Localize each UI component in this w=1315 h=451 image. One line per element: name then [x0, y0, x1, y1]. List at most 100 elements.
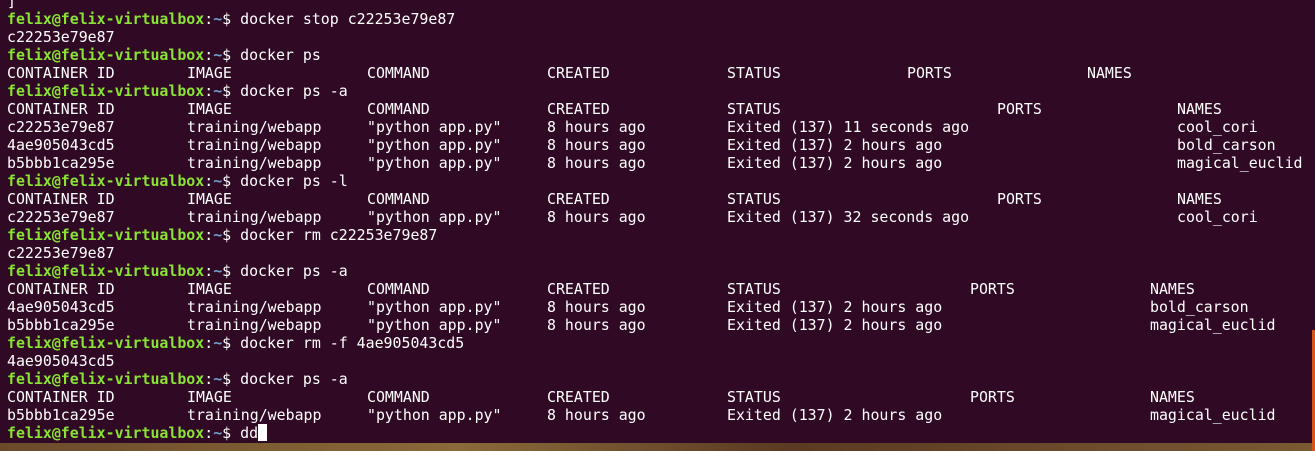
prompt-path: ~	[213, 46, 223, 64]
output-line: c22253e79e87	[7, 28, 464, 46]
table-header: CONTAINER ID IMAGE COMMAND CREATED STATUS POR…	[7, 100, 1222, 118]
header-names: NAMES	[1087, 64, 1132, 82]
prompt-line: felix@felix-virtualbox:~$ docker ps -a	[7, 262, 464, 280]
header-status: STATUS	[727, 388, 781, 406]
cell-command: "python app.py"	[367, 316, 502, 334]
output-line: 4ae905043cd5	[7, 352, 464, 370]
header-created: CREATED	[547, 64, 610, 82]
header-command: COMMAND	[367, 388, 430, 406]
cell-status: Exited (137) 2 hours ago	[727, 154, 943, 172]
prompt-path: ~	[213, 172, 223, 190]
header-ports: PORTS	[997, 100, 1042, 118]
prompt-dollar: $	[222, 10, 241, 28]
cell-names: cool_cori	[1177, 208, 1258, 226]
header-command: COMMAND	[367, 280, 430, 298]
header-container-id: CONTAINER ID	[7, 388, 115, 406]
cell-created: 8 hours ago	[547, 154, 646, 172]
prompt-dollar: $	[222, 424, 241, 442]
command-text: docker rm -f 4ae905043cd5	[240, 334, 465, 352]
cell-status: Exited (137) 2 hours ago	[727, 406, 943, 424]
partial-line: ]	[7, 0, 464, 10]
header-names: NAMES	[1150, 280, 1195, 298]
prompt-path: ~	[213, 262, 223, 280]
header-image: IMAGE	[187, 388, 232, 406]
prompt-line: felix@felix-virtualbox:~$ docker stop c2…	[7, 10, 464, 28]
header-status: STATUS	[727, 64, 781, 82]
text-cursor[interactable]	[258, 424, 268, 441]
prompt-user-host: felix@felix-virtualbox	[7, 46, 205, 64]
prompt-dollar: $	[222, 370, 241, 388]
cell-command: "python app.py"	[367, 406, 502, 424]
table-row: c22253e79e87 training/webapp "python app.p…	[7, 118, 1258, 136]
cell-created: 8 hours ago	[547, 316, 646, 334]
terminal-window[interactable]: ] felix@felix-virtualbox:~$ docker stop c…	[0, 0, 1315, 451]
command-text: docker rm c22253e79e87	[240, 226, 438, 244]
header-names: NAMES	[1177, 100, 1222, 118]
output-text: ]	[7, 0, 16, 10]
cell-names: magical_euclid	[1150, 406, 1276, 424]
cell-names: bold_carson	[1177, 136, 1276, 154]
prompt-colon: :	[204, 46, 214, 64]
prompt-path: ~	[213, 370, 223, 388]
cell-created: 8 hours ago	[547, 136, 646, 154]
prompt-user-host: felix@felix-virtualbox	[7, 262, 205, 280]
prompt-colon: :	[204, 262, 214, 280]
table-row: b5bbb1ca295e training/webapp "python app.p…	[7, 316, 1276, 334]
header-ports: PORTS	[907, 64, 952, 82]
cell-names: magical_euclid	[1150, 316, 1276, 334]
cell-image: training/webapp	[187, 208, 322, 226]
prompt-user-host: felix@felix-virtualbox	[7, 82, 205, 100]
prompt-colon: :	[204, 82, 214, 100]
prompt-user-host: felix@felix-virtualbox	[7, 226, 205, 244]
header-names: NAMES	[1150, 388, 1195, 406]
output-text: 4ae905043cd5	[7, 352, 115, 370]
command-text[interactable]: dd	[240, 424, 258, 442]
desktop-background-strip	[0, 443, 1315, 451]
prompt-dollar: $	[222, 172, 241, 190]
table-row: c22253e79e87 training/webapp "python app.p…	[7, 208, 1258, 226]
prompt-colon: :	[204, 424, 214, 442]
header-names: NAMES	[1177, 190, 1222, 208]
prompt-path: ~	[213, 334, 223, 352]
prompt-line: felix@felix-virtualbox:~$ docker ps -a	[7, 82, 464, 100]
command-text: docker ps -a	[240, 370, 348, 388]
prompt-dollar: $	[222, 82, 241, 100]
cell-id: c22253e79e87	[7, 208, 115, 226]
cell-status: Exited (137) 2 hours ago	[727, 136, 943, 154]
cell-created: 8 hours ago	[547, 208, 646, 226]
cell-image: training/webapp	[187, 406, 322, 424]
cell-created: 8 hours ago	[547, 406, 646, 424]
command-text: docker ps -a	[240, 82, 348, 100]
cell-status: Exited (137) 11 seconds ago	[727, 118, 970, 136]
output-line: c22253e79e87	[7, 244, 464, 262]
header-ports: PORTS	[970, 388, 1015, 406]
prompt-colon: :	[204, 10, 214, 28]
prompt-line: felix@felix-virtualbox:~$ dd	[7, 424, 464, 442]
output-text: c22253e79e87	[7, 28, 115, 46]
header-container-id: CONTAINER ID	[7, 100, 115, 118]
prompt-line: felix@felix-virtualbox:~$ docker rm -f 4…	[7, 334, 464, 352]
prompt-user-host: felix@felix-virtualbox	[7, 334, 205, 352]
header-command: COMMAND	[367, 100, 430, 118]
table-row: 4ae905043cd5 training/webapp "python app.p…	[7, 136, 1276, 154]
table-header: CONTAINER ID IMAGE COMMAND CREATED STATUS POR…	[7, 388, 1195, 406]
header-status: STATUS	[727, 280, 781, 298]
cell-image: training/webapp	[187, 298, 322, 316]
command-text: docker ps	[240, 46, 321, 64]
prompt-user-host: felix@felix-virtualbox	[7, 172, 205, 190]
table-header: CONTAINER ID IMAGE COMMAND CREATED STATUS POR…	[7, 280, 1195, 298]
prompt-path: ~	[213, 82, 223, 100]
cell-id: b5bbb1ca295e	[7, 316, 115, 334]
cell-names: cool_cori	[1177, 118, 1258, 136]
table-row: b5bbb1ca295e training/webapp "python app.p…	[7, 406, 1276, 424]
table-header: CONTAINER ID IMAGE COMMAND CREATED STATUS POR…	[7, 64, 1132, 82]
cell-image: training/webapp	[187, 154, 322, 172]
prompt-path: ~	[213, 424, 223, 442]
prompt-path: ~	[213, 10, 223, 28]
cell-image: training/webapp	[187, 316, 322, 334]
terminal-output: ] felix@felix-virtualbox:~$ docker stop c…	[7, 0, 1303, 442]
cell-command: "python app.py"	[367, 136, 502, 154]
header-created: CREATED	[547, 388, 610, 406]
command-text: docker ps -l	[240, 172, 348, 190]
header-image: IMAGE	[187, 190, 232, 208]
